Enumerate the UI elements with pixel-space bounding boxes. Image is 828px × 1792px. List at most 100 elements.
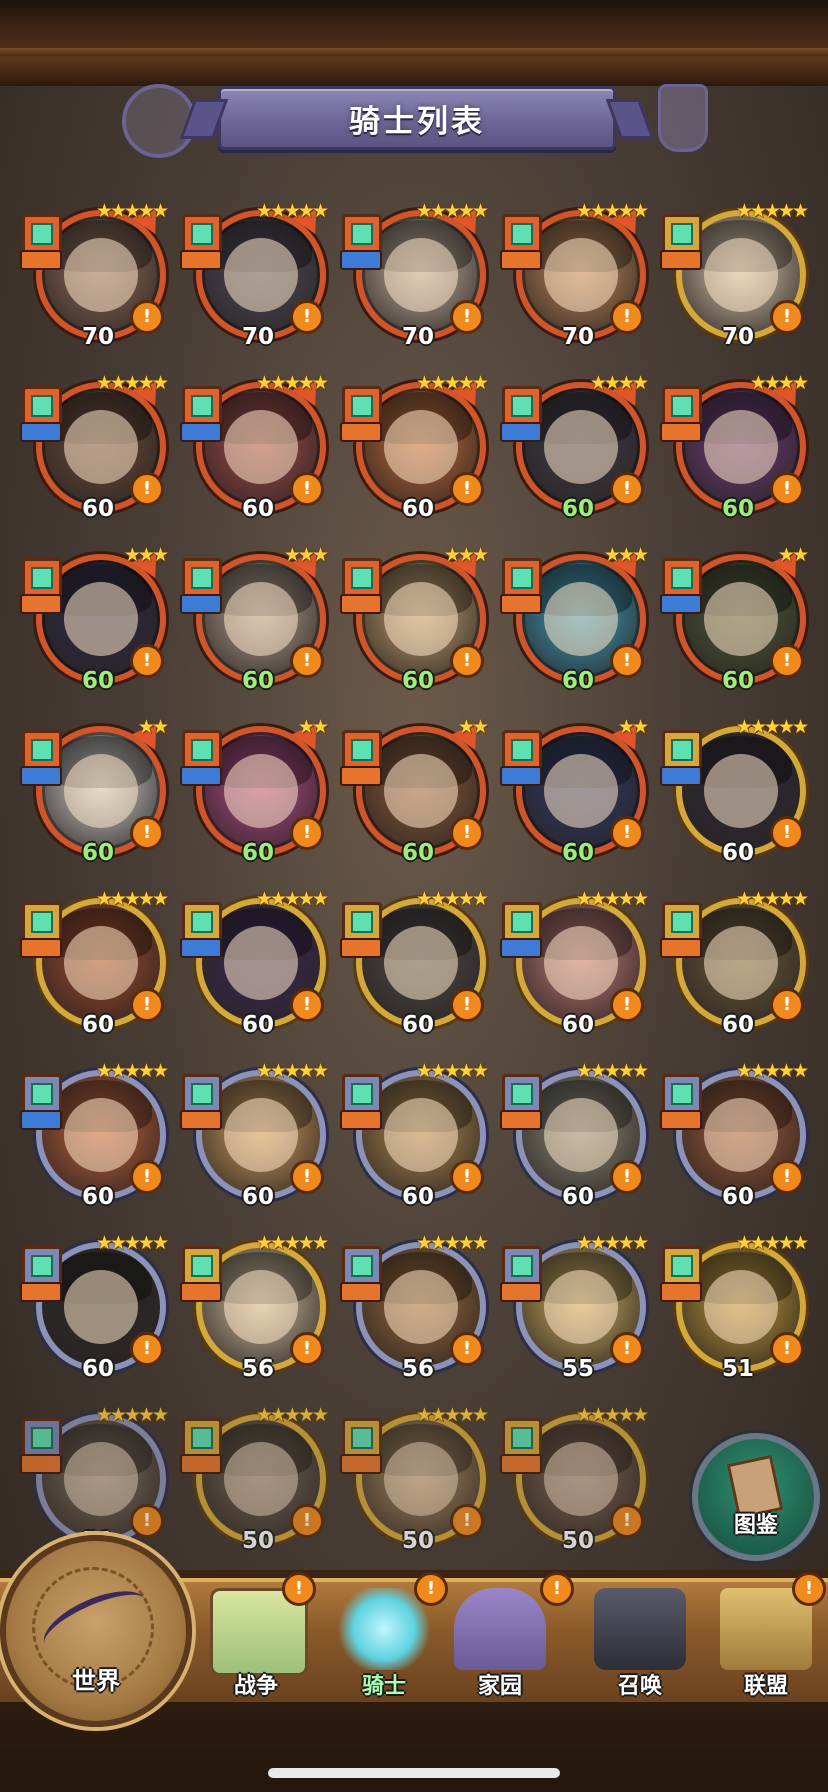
- alert-badge-icon: !: [290, 988, 324, 1022]
- role-badge-icon: [340, 1454, 382, 1474]
- role-badge-icon: [180, 422, 222, 442]
- class-badge-icon: [182, 558, 222, 598]
- knight-card[interactable]: ★★★★★ 60!: [658, 716, 809, 866]
- knight-card[interactable]: ★★ 60!: [658, 543, 809, 694]
- class-glyph-icon: [351, 911, 373, 933]
- knight-card[interactable]: ★★★★★ 60!: [18, 371, 169, 522]
- knight-card[interactable]: ★★★★★ 70!: [498, 199, 649, 350]
- knight-card[interactable]: ★★★★★ 60!: [338, 1060, 489, 1210]
- knight-card[interactable]: ★★★★★ 50!: [178, 1404, 329, 1554]
- knight-card[interactable]: ★★★★★ 50!: [498, 1404, 649, 1554]
- star-rating: ★★★★★: [735, 888, 809, 910]
- class-glyph-icon: [351, 223, 373, 245]
- alert-badge-icon: !: [610, 300, 644, 334]
- knight-card[interactable]: ★★★★★ 60!: [498, 888, 649, 1038]
- knight-card[interactable]: ★★★ 60!: [498, 543, 649, 694]
- knight-card[interactable]: ★★★★★ 70!: [658, 200, 809, 350]
- role-badge-icon: [180, 1454, 222, 1474]
- knight-level: 60: [721, 1012, 754, 1038]
- knight-grid: ★★★★★ 70! ★★★★★ 70! ★★★★★ 70! ★★★★★ 70! ★★★★★ 70!…: [18, 199, 818, 1570]
- role-badge-icon: [340, 1282, 382, 1302]
- class-badge-icon: [182, 1074, 222, 1114]
- class-badge-icon: [662, 1074, 702, 1114]
- knight-level: 55: [561, 1356, 594, 1382]
- nav-summon[interactable]: 召唤: [580, 1588, 700, 1699]
- knight-level: 60: [81, 1356, 114, 1382]
- alert-badge-icon: !: [770, 1332, 804, 1366]
- knight-card[interactable]: ★★★★★ 56!: [338, 1232, 489, 1382]
- alert-badge-icon: !: [450, 1160, 484, 1194]
- knight-card[interactable]: ★★★★★ 60!: [18, 1060, 169, 1210]
- class-glyph-icon: [191, 739, 213, 761]
- knight-card[interactable]: ★★★★★ 60!: [338, 888, 489, 1038]
- knight-level: 60: [401, 668, 434, 694]
- knight-card[interactable]: ★★ 60!: [338, 715, 489, 866]
- role-badge-icon: [660, 766, 702, 786]
- knight-icon: [338, 1588, 430, 1670]
- knight-level: 60: [81, 840, 114, 866]
- role-badge-icon: [20, 1454, 62, 1474]
- knight-card[interactable]: ★★★★★ 60!: [18, 888, 169, 1038]
- class-glyph-icon: [191, 1083, 213, 1105]
- knight-card[interactable]: ★★★★★ 70!: [338, 199, 489, 350]
- class-badge-icon: [662, 558, 702, 598]
- home-indicator[interactable]: [268, 1768, 560, 1778]
- role-badge-icon: [180, 1282, 222, 1302]
- class-glyph-icon: [31, 1427, 53, 1449]
- knight-card[interactable]: ★★★★★ 60!: [178, 1060, 329, 1210]
- top-wood-frame: [0, 0, 828, 86]
- knight-card[interactable]: ★★★★ 60!: [658, 371, 809, 522]
- knight-level: 60: [241, 840, 274, 866]
- alert-badge-icon: !: [610, 1504, 644, 1538]
- knight-card[interactable]: ★★★★★ 70!: [18, 199, 169, 350]
- star-rating: ★★★★★: [735, 1060, 809, 1082]
- nav-home[interactable]: 家园: [440, 1588, 560, 1699]
- class-glyph-icon: [351, 567, 373, 589]
- class-badge-icon: [342, 558, 382, 598]
- knight-card[interactable]: ★★ 60!: [18, 715, 169, 866]
- role-badge-icon: [340, 766, 382, 786]
- knight-card[interactable]: ★★★★★51!: [18, 1404, 169, 1554]
- knight-card[interactable]: ★★★★★ 60!: [18, 1232, 169, 1382]
- role-badge-icon: [180, 594, 222, 614]
- knight-card[interactable]: ★★★★★ 60!: [658, 888, 809, 1038]
- alert-badge-icon: !: [610, 644, 644, 678]
- knight-card[interactable]: ★★★★★51!: [658, 1232, 809, 1382]
- knight-card[interactable]: ★★★★★ 60!: [178, 888, 329, 1038]
- knight-card[interactable]: ★★★★★ 60!: [498, 1060, 649, 1210]
- knight-face: [64, 1270, 138, 1344]
- knight-card[interactable]: ★★★★★ 60!: [658, 1060, 809, 1210]
- knight-level: 60: [561, 496, 594, 522]
- alert-badge-icon: !: [290, 300, 324, 334]
- codex-button[interactable]: 图鉴: [692, 1433, 820, 1561]
- knight-card[interactable]: ★★★ 60!: [18, 543, 169, 694]
- class-glyph-icon: [31, 1255, 53, 1277]
- knight-card[interactable]: ★★★★★ 60!: [338, 371, 489, 522]
- knight-card[interactable]: ★★★★★ 50!: [338, 1404, 489, 1554]
- class-glyph-icon: [511, 223, 533, 245]
- knight-card[interactable]: ★★★ 60!: [338, 543, 489, 694]
- class-badge-icon: [662, 214, 702, 254]
- knight-card[interactable]: ★★★★★ 70!: [178, 199, 329, 350]
- knight-level: 60: [241, 1012, 274, 1038]
- knight-level: 60: [401, 840, 434, 866]
- knight-face: [384, 926, 458, 1000]
- role-badge-icon: [20, 250, 62, 270]
- knight-card[interactable]: ★★★★ 60!: [498, 371, 649, 522]
- knight-card[interactable]: ★★ 60!: [498, 715, 649, 866]
- knight-card[interactable]: ★★★★★ 56!: [178, 1232, 329, 1382]
- alert-badge-icon: !: [290, 1504, 324, 1538]
- class-badge-icon: [342, 902, 382, 942]
- star-rating: ★★★★★: [735, 716, 809, 738]
- knight-card[interactable]: ★★★★★ 60!: [178, 371, 329, 522]
- alert-badge-icon: !: [450, 644, 484, 678]
- role-badge-icon: [20, 594, 62, 614]
- star-rating: ★★★★★: [95, 888, 169, 910]
- knight-level: 70: [81, 324, 114, 350]
- alert-badge-icon: !: [770, 300, 804, 334]
- knight-card[interactable]: ★★★ 60!: [178, 543, 329, 694]
- role-badge-icon: [660, 938, 702, 958]
- knight-card[interactable]: ★★★★★ 55!: [498, 1232, 649, 1382]
- world-button[interactable]: 世界: [0, 1535, 192, 1727]
- knight-card[interactable]: ★★ 60!: [178, 715, 329, 866]
